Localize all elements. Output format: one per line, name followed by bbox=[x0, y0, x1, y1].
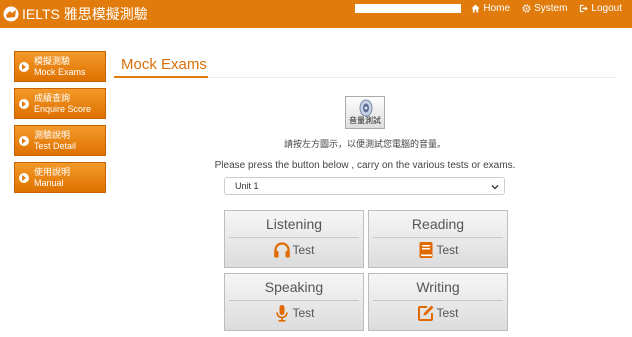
test-action: Test bbox=[225, 241, 363, 259]
test-title: Speaking bbox=[264, 279, 324, 295]
home-icon bbox=[471, 4, 480, 13]
test-action-label: Test bbox=[436, 243, 459, 257]
sidebar-item-label-en: Enquire Score bbox=[34, 104, 92, 114]
test-action: Test bbox=[369, 304, 507, 322]
writing-test-button[interactable]: Writing Test bbox=[368, 273, 508, 331]
sidebar-item-label-zh: 模擬測驗 bbox=[34, 56, 71, 66]
title-underline bbox=[114, 76, 208, 78]
sound-hint-text: 請按左方圖示，以便測試您電腦的音量。 bbox=[283, 139, 446, 149]
arrow-right-icon bbox=[19, 173, 29, 183]
nav-home[interactable]: Home bbox=[471, 3, 510, 14]
test-action: Test bbox=[369, 241, 507, 259]
sidebar-item-enquire-score[interactable]: 成績查詢 Enquire Score bbox=[14, 88, 106, 119]
nav-system[interactable]: System bbox=[522, 3, 567, 14]
reading-test-button[interactable]: Reading Test bbox=[368, 210, 508, 268]
sidebar-item-mock-exams[interactable]: 模擬測驗 Mock Exams bbox=[14, 51, 106, 82]
sidebar-item-label-en: Manual bbox=[34, 178, 64, 188]
unit-select[interactable]: Unit 1 bbox=[224, 177, 505, 195]
edit-icon bbox=[418, 305, 434, 321]
page-title: Mock Exams bbox=[121, 56, 207, 73]
sidebar-item-label-en: Mock Exams bbox=[34, 67, 86, 77]
instruction-text: Please press the button below , carry on… bbox=[214, 160, 516, 171]
top-bar: IELTS 雅思模擬測驗 Home System Logout bbox=[0, 0, 632, 28]
logo-icon bbox=[3, 6, 19, 22]
unit-select-value: Unit 1 bbox=[235, 181, 259, 191]
test-action-label: Test bbox=[292, 306, 315, 320]
test-title: Listening bbox=[265, 216, 323, 232]
headphones-icon bbox=[274, 242, 291, 258]
card-divider bbox=[373, 237, 503, 238]
test-action-label: Test bbox=[292, 243, 315, 257]
card-divider bbox=[373, 300, 503, 301]
sidebar: 模擬測驗 Mock Exams 成績查詢 Enquire Score 測驗說明 … bbox=[14, 51, 106, 199]
nav-logout[interactable]: Logout bbox=[579, 3, 622, 14]
test-title: Reading bbox=[411, 216, 465, 232]
arrow-right-icon bbox=[19, 62, 29, 72]
brand-logo[interactable]: IELTS 雅思模擬測驗 bbox=[3, 3, 148, 25]
test-title: Writing bbox=[416, 279, 460, 295]
card-divider bbox=[229, 237, 359, 238]
card-divider bbox=[229, 300, 359, 301]
test-action: Test bbox=[225, 304, 363, 322]
microphone-icon bbox=[276, 305, 289, 322]
gear-icon bbox=[522, 4, 531, 13]
sidebar-item-label-zh: 成績查詢 bbox=[34, 93, 71, 103]
listening-test-button[interactable]: Listening Test bbox=[224, 210, 364, 268]
sound-test-label: 音量測試 bbox=[349, 116, 381, 125]
brand-title: IELTS 雅思模擬測驗 bbox=[22, 6, 148, 22]
user-name-box bbox=[355, 4, 461, 13]
test-action-label: Test bbox=[436, 306, 459, 320]
nav-home-label: Home bbox=[483, 3, 511, 14]
chevron-down-icon bbox=[491, 185, 499, 190]
title-divider bbox=[208, 77, 616, 78]
book-icon bbox=[419, 242, 433, 258]
speaking-test-button[interactable]: Speaking Test bbox=[224, 273, 364, 331]
logout-icon bbox=[580, 4, 589, 13]
nav-system-label: System bbox=[534, 3, 568, 14]
nav-logout-label: Logout bbox=[591, 3, 622, 14]
arrow-right-icon bbox=[19, 99, 29, 109]
sound-test-button[interactable]: 音量測試 bbox=[345, 96, 385, 129]
top-nav: Home System Logout bbox=[459, 3, 622, 14]
